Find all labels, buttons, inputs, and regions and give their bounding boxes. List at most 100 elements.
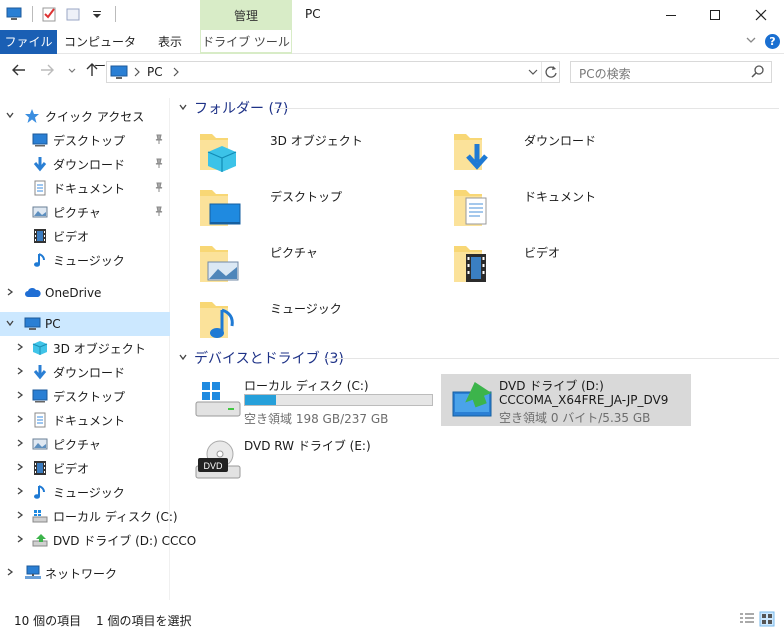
nav-item-pc-local-disk[interactable]: ローカル ディスク (C:) — [0, 504, 178, 528]
group-divider — [274, 108, 779, 109]
cloud-icon — [24, 285, 41, 301]
collapse-arrow-icon[interactable] — [14, 462, 26, 475]
expand-arrow-icon[interactable] — [4, 110, 16, 123]
details-view-button[interactable] — [739, 611, 755, 627]
collapse-arrow-icon[interactable] — [14, 366, 26, 379]
status-item-count: 10 個の項目 — [14, 614, 82, 628]
nav-item-pc-videos[interactable]: ビデオ — [0, 456, 170, 480]
customize-qat-icon[interactable] — [89, 6, 105, 22]
search-input-placeholder: PCの検索 — [579, 67, 631, 81]
large-icons-view-button[interactable] — [759, 611, 775, 627]
recent-locations-button[interactable] — [62, 62, 82, 82]
folder-name: 3D オブジェクト — [270, 134, 363, 148]
forward-button[interactable] — [37, 62, 57, 82]
nav-item-pc-pictures[interactable]: ピクチャ — [0, 432, 170, 456]
drive-item-dvd-rw[interactable]: DVD DVD RW ドライブ (E:) — [186, 434, 436, 486]
drive-name: ローカル ディスク (C:) — [244, 379, 369, 393]
folder-name: ドキュメント — [524, 190, 597, 204]
properties-icon[interactable] — [41, 6, 57, 22]
document-icon — [32, 180, 48, 196]
toolbar-separator — [32, 6, 33, 22]
nav-item-desktop[interactable]: デスクトップ — [0, 128, 170, 152]
nav-item-videos[interactable]: ビデオ — [0, 224, 170, 248]
search-box[interactable]: PCの検索 — [570, 61, 772, 83]
status-bar: 10 個の項目 1 個の項目を選択 — [0, 606, 784, 632]
download-icon — [32, 156, 48, 172]
address-dropdown-icon[interactable] — [527, 64, 539, 83]
folder-item[interactable]: ビデオ — [452, 238, 692, 290]
manage-tab[interactable]: 管理 — [200, 0, 292, 30]
collapse-arrow-icon[interactable] — [14, 342, 26, 355]
folder-item[interactable]: ピクチャ — [198, 238, 438, 290]
pc-icon[interactable] — [6, 6, 22, 22]
collapse-arrow-icon[interactable] — [14, 438, 26, 451]
address-bar[interactable]: PC — [106, 61, 560, 83]
drive-item-dvd-drive[interactable]: DVD ドライブ (D:) CCCOMA_X64FRE_JA-JP_DV9 空き… — [441, 374, 691, 426]
chevron-down-icon[interactable] — [178, 102, 188, 115]
quick-access-toolbar — [6, 6, 116, 22]
nav-item-music[interactable]: ミュージック — [0, 248, 170, 272]
nav-item-pc-music[interactable]: ミュージック — [0, 480, 170, 504]
pin-icon[interactable] — [154, 182, 164, 195]
nav-label: デスクトップ — [53, 133, 126, 148]
nav-item-quick-access[interactable]: クイック アクセス — [0, 104, 170, 128]
desktop-icon — [32, 132, 48, 148]
collapse-arrow-icon[interactable] — [14, 414, 26, 427]
expand-arrow-icon[interactable] — [4, 318, 16, 331]
group-header-folders[interactable]: フォルダー (7) — [178, 98, 288, 118]
group-header-devices[interactable]: デバイスとドライブ (3) — [178, 348, 344, 368]
tab-computer[interactable]: コンピューター — [62, 30, 138, 73]
pin-icon[interactable] — [154, 206, 164, 219]
nav-item-downloads[interactable]: ダウンロード — [0, 152, 170, 176]
chevron-down-icon[interactable] — [178, 352, 188, 365]
tab-drive-tools[interactable]: ドライブ ツール — [200, 30, 292, 54]
pictures-folder-icon — [200, 246, 239, 282]
collapse-arrow-icon[interactable] — [4, 567, 16, 580]
collapse-arrow-icon[interactable] — [14, 510, 26, 523]
folder-item[interactable]: 3D オブジェクト — [198, 126, 438, 178]
collapse-arrow-icon[interactable] — [4, 287, 16, 300]
refresh-button[interactable] — [541, 62, 560, 82]
tab-view[interactable]: 表示 — [148, 30, 192, 54]
breadcrumb-pc[interactable]: PC — [147, 65, 163, 79]
back-button[interactable] — [9, 62, 29, 82]
nav-item-pictures[interactable]: ピクチャ — [0, 200, 170, 224]
tab-file[interactable]: ファイル — [0, 30, 57, 54]
folder-name: ビデオ — [524, 246, 561, 260]
collapse-arrow-icon[interactable] — [14, 486, 26, 499]
folder-item[interactable]: デスクトップ — [198, 182, 438, 234]
nav-item-documents[interactable]: ドキュメント — [0, 176, 170, 200]
up-button[interactable] — [82, 62, 102, 82]
nav-item-onedrive[interactable]: OneDrive — [0, 281, 170, 305]
folder-item[interactable]: ドキュメント — [452, 182, 692, 234]
navigation-bar: PC PCの検索 — [0, 55, 784, 89]
collapse-arrow-icon[interactable] — [14, 390, 26, 403]
breadcrumb-chevron-icon[interactable] — [171, 65, 181, 82]
drive-volume-label: CCCOMA_X64FRE_JA-JP_DV9 — [499, 393, 669, 407]
collapse-arrow-icon[interactable] — [14, 534, 26, 547]
nav-item-pc-downloads[interactable]: ダウンロード — [0, 360, 170, 384]
breadcrumb-chevron-icon[interactable] — [132, 65, 142, 82]
folder-item[interactable]: ダウンロード — [452, 126, 692, 178]
pin-icon[interactable] — [154, 134, 164, 147]
drive-item-local-disk[interactable]: ローカル ディスク (C:) 空き領域 198 GB/237 GB — [186, 374, 436, 426]
dvd-rw-drive-icon: DVD — [195, 440, 241, 479]
minimize-button[interactable] — [648, 0, 694, 30]
nav-item-pc-3d-objects[interactable]: 3D オブジェクト — [0, 336, 170, 360]
video-icon — [32, 460, 48, 476]
new-folder-icon[interactable] — [65, 6, 81, 22]
help-button[interactable]: ? — [765, 34, 780, 49]
expand-ribbon-icon[interactable] — [745, 34, 757, 49]
music-icon — [32, 252, 48, 268]
maximize-button[interactable] — [692, 0, 738, 30]
nav-item-pc-dvd-drive[interactable]: DVD ドライブ (D:) CCCO — [0, 528, 196, 552]
pc-icon — [110, 65, 128, 83]
nav-item-pc-documents[interactable]: ドキュメント — [0, 408, 170, 432]
folder-item[interactable]: ミュージック — [198, 294, 438, 346]
nav-item-network[interactable]: ネットワーク — [0, 561, 170, 585]
pin-icon[interactable] — [154, 158, 164, 171]
close-button[interactable] — [738, 0, 784, 30]
nav-item-pc-desktop[interactable]: デスクトップ — [0, 384, 170, 408]
nav-item-pc[interactable]: PC — [0, 312, 170, 336]
nav-label: ミュージック — [53, 253, 125, 268]
